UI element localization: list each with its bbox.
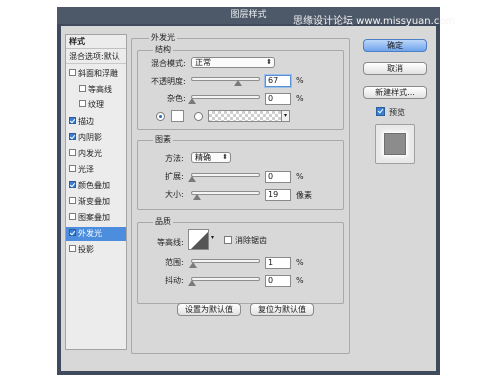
contour-label: 等高线:: [157, 238, 184, 247]
set-default-button[interactable]: 设置为默认值: [177, 303, 241, 316]
blend-options-item[interactable]: 混合选项:默认: [66, 50, 126, 64]
checkmark-icon[interactable]: [69, 117, 76, 124]
reset-default-button[interactable]: 复位为默认值: [250, 303, 314, 316]
style-item-color-overlay[interactable]: 颜色叠加: [66, 179, 126, 193]
spread-input[interactable]: 0: [265, 171, 291, 183]
opacity-input[interactable]: 67: [265, 75, 291, 87]
style-item-stroke[interactable]: 描边: [66, 115, 126, 129]
spread-label: 扩展:: [165, 172, 184, 181]
spread-slider[interactable]: [188, 173, 260, 182]
styles-list: 样式 混合选项:默认 斜面和浮雕 等高线 纹理 描边 内阴影 内发光 光泽 颜色…: [65, 34, 127, 350]
blend-mode-select[interactable]: 正常 ⬍: [191, 57, 275, 68]
ok-button[interactable]: 确定: [363, 39, 427, 52]
opacity-slider[interactable]: [191, 77, 260, 86]
checkbox-icon[interactable]: [69, 149, 76, 156]
style-item-contour[interactable]: 等高线: [66, 83, 126, 97]
gradient-radio[interactable]: [194, 112, 203, 121]
jitter-label: 抖动:: [165, 276, 184, 285]
contour-curve-icon: [191, 232, 208, 249]
style-item-texture[interactable]: 纹理: [66, 98, 126, 112]
range-slider[interactable]: [189, 259, 260, 268]
noise-label: 杂色:: [167, 94, 186, 103]
preview-checkbox[interactable]: [376, 107, 385, 116]
watermark-text: 思缘设计论坛 www.missyuan.com: [293, 16, 456, 27]
checkmark-icon[interactable]: [69, 181, 76, 188]
preview-swatch: [384, 133, 406, 155]
checkbox-icon[interactable]: [79, 100, 86, 107]
slider-thumb-icon[interactable]: [188, 280, 196, 286]
technique-select[interactable]: 精确 ⬍: [191, 152, 231, 163]
style-item-outer-glow[interactable]: 外发光: [66, 227, 126, 241]
structure-title: 结构: [153, 44, 173, 55]
solid-color-radio[interactable]: [156, 112, 165, 121]
quality-title: 品质: [153, 216, 173, 227]
size-label: 大小:: [165, 190, 184, 199]
dropdown-arrow-icon: ⬍: [222, 153, 228, 161]
style-item-gradient-overlay[interactable]: 渐变叠加: [66, 195, 126, 209]
range-label: 范围:: [165, 258, 184, 267]
slider-thumb-icon[interactable]: [188, 98, 196, 104]
outer-glow-title: 外发光: [149, 32, 177, 43]
styles-header[interactable]: 样式: [66, 35, 126, 49]
dialog-client: 样式 混合选项:默认 斜面和浮雕 等高线 纹理 描边 内阴影 内发光 光泽 颜色…: [61, 26, 436, 371]
checkbox-icon[interactable]: [69, 245, 76, 252]
style-item-drop-shadow[interactable]: 投影: [66, 243, 126, 257]
contour-picker[interactable]: [188, 229, 209, 250]
range-input[interactable]: 1: [265, 257, 291, 269]
slider-thumb-icon[interactable]: [188, 176, 196, 182]
checkmark-icon[interactable]: [69, 229, 76, 236]
slider-thumb-icon[interactable]: [193, 194, 201, 200]
noise-unit: %: [296, 94, 304, 103]
dropdown-arrow-icon[interactable]: ▾: [211, 234, 214, 241]
style-item-bevel-emboss[interactable]: 斜面和浮雕: [66, 67, 126, 81]
cancel-button[interactable]: 取消: [363, 62, 427, 75]
checkbox-icon[interactable]: [69, 165, 76, 172]
range-unit: %: [296, 258, 304, 267]
antialias-label: 消除锯齿: [235, 236, 267, 245]
slider-thumb-icon[interactable]: [189, 262, 197, 268]
dropdown-arrow-icon[interactable]: ▾: [281, 110, 290, 122]
jitter-slider[interactable]: [188, 277, 260, 286]
style-item-inner-glow[interactable]: 内发光: [66, 147, 126, 161]
technique-label: 方法:: [165, 154, 184, 163]
noise-slider[interactable]: [188, 95, 260, 104]
spread-unit: %: [296, 172, 304, 181]
preview-label: 预览: [389, 108, 405, 117]
glow-color-swatch[interactable]: [171, 110, 184, 122]
opacity-unit: %: [296, 76, 304, 85]
elements-title: 图素: [153, 134, 173, 145]
checkbox-icon[interactable]: [69, 69, 76, 76]
noise-input[interactable]: 0: [265, 93, 291, 105]
size-slider[interactable]: [191, 191, 260, 200]
style-item-inner-shadow[interactable]: 内阴影: [66, 131, 126, 145]
checkmark-icon[interactable]: [69, 133, 76, 140]
size-unit: 像素: [296, 191, 312, 200]
jitter-input[interactable]: 0: [265, 275, 291, 287]
checkbox-icon[interactable]: [69, 197, 76, 204]
dialog-window: 图层样式 样式 混合选项:默认 斜面和浮雕 等高线 纹理 描边 内阴影 内发光 …: [57, 7, 440, 375]
style-preview: [375, 124, 415, 164]
dropdown-arrow-icon: ⬍: [266, 58, 272, 66]
slider-thumb-icon[interactable]: [234, 80, 242, 86]
jitter-unit: %: [296, 276, 304, 285]
checkbox-icon[interactable]: [79, 85, 86, 92]
gradient-picker[interactable]: [208, 110, 282, 122]
style-item-pattern-overlay[interactable]: 图案叠加: [66, 211, 126, 225]
antialias-checkbox[interactable]: [224, 236, 232, 244]
blend-mode-label: 混合模式:: [151, 59, 186, 68]
style-item-satin[interactable]: 光泽: [66, 163, 126, 177]
checkbox-icon[interactable]: [69, 213, 76, 220]
size-input[interactable]: 19: [265, 189, 291, 201]
new-style-button[interactable]: 新建样式...: [363, 86, 427, 99]
opacity-label: 不透明度:: [151, 77, 186, 86]
